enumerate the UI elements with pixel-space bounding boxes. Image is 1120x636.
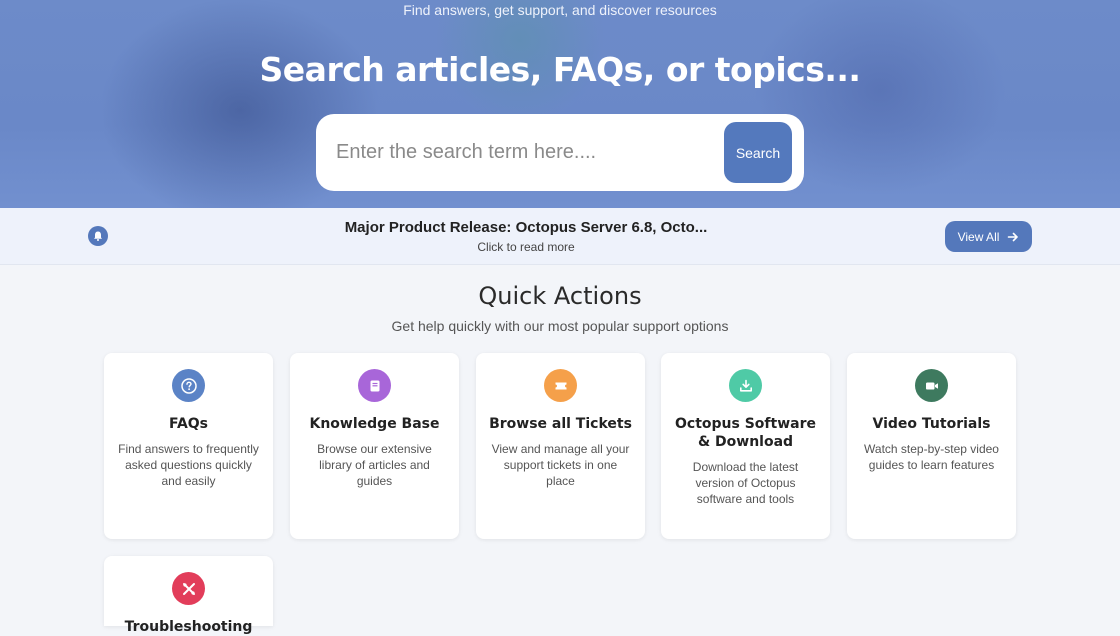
card-description: Browse our extensive library of articles… bbox=[317, 442, 432, 488]
card-video-tutorials[interactable]: Video Tutorials Watch step-by-step video… bbox=[847, 353, 1016, 539]
hero-banner: Find answers, get support, and discover … bbox=[0, 0, 1120, 208]
card-title: FAQs bbox=[168, 416, 209, 432]
card-title: Octopus Software & Download bbox=[675, 416, 816, 450]
quick-actions-subtitle: Get help quickly with our most popular s… bbox=[391, 318, 729, 334]
card-software-download[interactable]: Octopus Software & Download Download the… bbox=[661, 353, 830, 539]
video-icon bbox=[915, 369, 948, 402]
announcement-bar[interactable]: Major Product Release: Octopus Server 6.… bbox=[0, 208, 1120, 265]
announcement-title[interactable]: Major Product Release: Octopus Server 6.… bbox=[0, 219, 1052, 236]
card-knowledge-base[interactable]: Knowledge Base Browse our extensive libr… bbox=[290, 353, 459, 539]
card-description: Download the latest version of Octopus s… bbox=[692, 460, 799, 506]
hero-subtitle: Find answers, get support, and discover … bbox=[403, 2, 717, 18]
search-box: Search bbox=[316, 114, 804, 191]
arrow-right-icon bbox=[1008, 232, 1019, 241]
card-title: Video Tutorials bbox=[872, 416, 991, 432]
hero-title: Search articles, FAQs, or topics... bbox=[259, 50, 861, 89]
download-icon bbox=[729, 369, 762, 402]
card-tickets[interactable]: Browse all Tickets View and manage all y… bbox=[476, 353, 645, 539]
question-icon bbox=[172, 369, 205, 402]
announcement-subtitle[interactable]: Click to read more bbox=[0, 240, 1052, 254]
view-all-button[interactable]: View All bbox=[945, 221, 1032, 252]
view-all-label: View All bbox=[957, 229, 1000, 244]
search-button[interactable]: Search bbox=[724, 122, 792, 183]
card-description: Find answers to frequently asked questio… bbox=[118, 442, 259, 488]
tools-icon bbox=[172, 572, 205, 605]
card-title: Troubleshooting bbox=[124, 619, 253, 635]
ticket-icon bbox=[544, 369, 577, 402]
card-title: Browse all Tickets bbox=[489, 416, 632, 432]
card-troubleshooting[interactable]: Troubleshooting bbox=[104, 556, 273, 635]
search-input[interactable] bbox=[336, 132, 716, 172]
card-description: Watch step-by-step video guides to learn… bbox=[864, 442, 999, 472]
card-title: Knowledge Base bbox=[309, 416, 440, 432]
card-faqs[interactable]: FAQs Find answers to frequently asked qu… bbox=[104, 353, 273, 539]
book-icon bbox=[358, 369, 391, 402]
card-description: View and manage all your support tickets… bbox=[491, 442, 630, 488]
quick-actions-title: Quick Actions bbox=[478, 282, 642, 310]
